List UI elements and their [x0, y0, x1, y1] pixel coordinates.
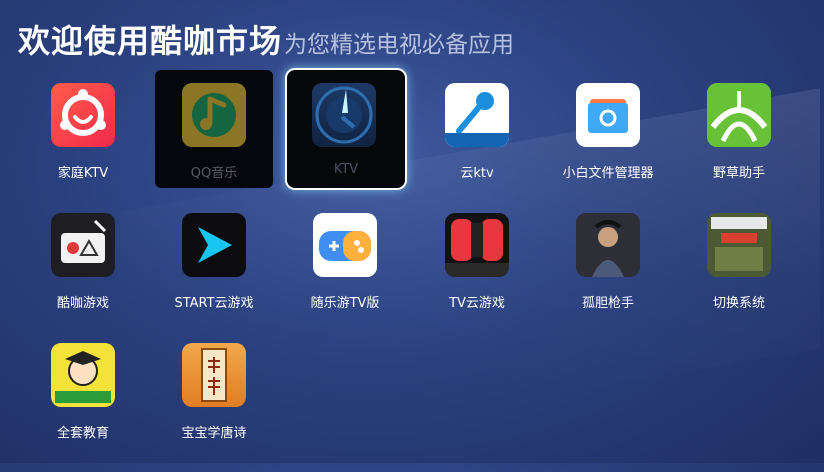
- page-title: 欢迎使用酷咖市场: [18, 22, 283, 60]
- app-label: TV云游戏: [449, 296, 505, 311]
- app-tile-baby-tang-poetry[interactable]: 宝宝学唐诗: [149, 330, 279, 441]
- app-tile-full-education[interactable]: 全套教育: [18, 330, 148, 441]
- app-label: 云ktv: [460, 166, 494, 181]
- cloud-ktv-icon: [445, 83, 509, 147]
- app-label: 宝宝学唐诗: [181, 426, 247, 441]
- tv-cloud-game-icon: [445, 213, 509, 277]
- app-label: KTV: [333, 162, 359, 177]
- page-subtitle: 为您精选电视必备应用: [284, 32, 515, 58]
- lone-gunner-icon: [576, 213, 640, 277]
- kuka-games-icon: [51, 213, 115, 277]
- app-label: 家庭KTV: [57, 166, 109, 181]
- app-tile-lone-gunner[interactable]: 孤胆枪手: [543, 200, 673, 311]
- app-label: 孤胆枪手: [581, 296, 634, 311]
- yecao-assistant-icon: [707, 83, 771, 147]
- full-education-icon: [51, 343, 115, 407]
- baby-tang-poetry-icon: [182, 343, 246, 407]
- app-label: 野草助手: [712, 166, 765, 181]
- app-label: 切换系统: [712, 296, 765, 311]
- ktv-icon: [312, 83, 376, 147]
- app-tile-switch-system[interactable]: 切换系统: [674, 200, 804, 311]
- file-manager-icon: [576, 83, 640, 147]
- app-tile-suileyou-tv[interactable]: 随乐游TV版: [280, 200, 410, 311]
- app-tile-cloud-ktv[interactable]: 云ktv: [412, 70, 542, 181]
- page-header: 欢迎使用酷咖市场 为您精选电视必备应用: [18, 16, 514, 62]
- app-tile-family-ktv[interactable]: 家庭KTV: [18, 70, 148, 181]
- app-tile-kuka-games[interactable]: 酷咖游戏: [18, 200, 148, 311]
- app-tile-start-cloud-game[interactable]: START云游戏: [149, 200, 279, 311]
- app-tile-qq-music[interactable]: QQ音乐: [155, 70, 285, 188]
- family-ktv-icon: [51, 83, 115, 147]
- start-cloud-game-icon: [182, 213, 246, 277]
- app-label: START云游戏: [174, 296, 254, 311]
- app-label: 小白文件管理器: [562, 166, 654, 181]
- switch-system-icon: [707, 213, 771, 277]
- suileyou-tv-icon: [313, 213, 377, 277]
- app-tile-file-manager[interactable]: 小白文件管理器: [543, 70, 673, 181]
- app-label: 全套教育: [56, 426, 109, 441]
- app-tile-yecao-assistant[interactable]: 野草助手: [674, 70, 804, 181]
- app-label: 酷咖游戏: [56, 296, 109, 311]
- app-label: 随乐游TV版: [310, 296, 380, 311]
- app-label: QQ音乐: [190, 166, 238, 181]
- qq-music-icon: [182, 83, 246, 147]
- app-tile-tv-cloud-game[interactable]: TV云游戏: [412, 200, 542, 311]
- app-tile-ktv[interactable]: KTV: [287, 70, 417, 188]
